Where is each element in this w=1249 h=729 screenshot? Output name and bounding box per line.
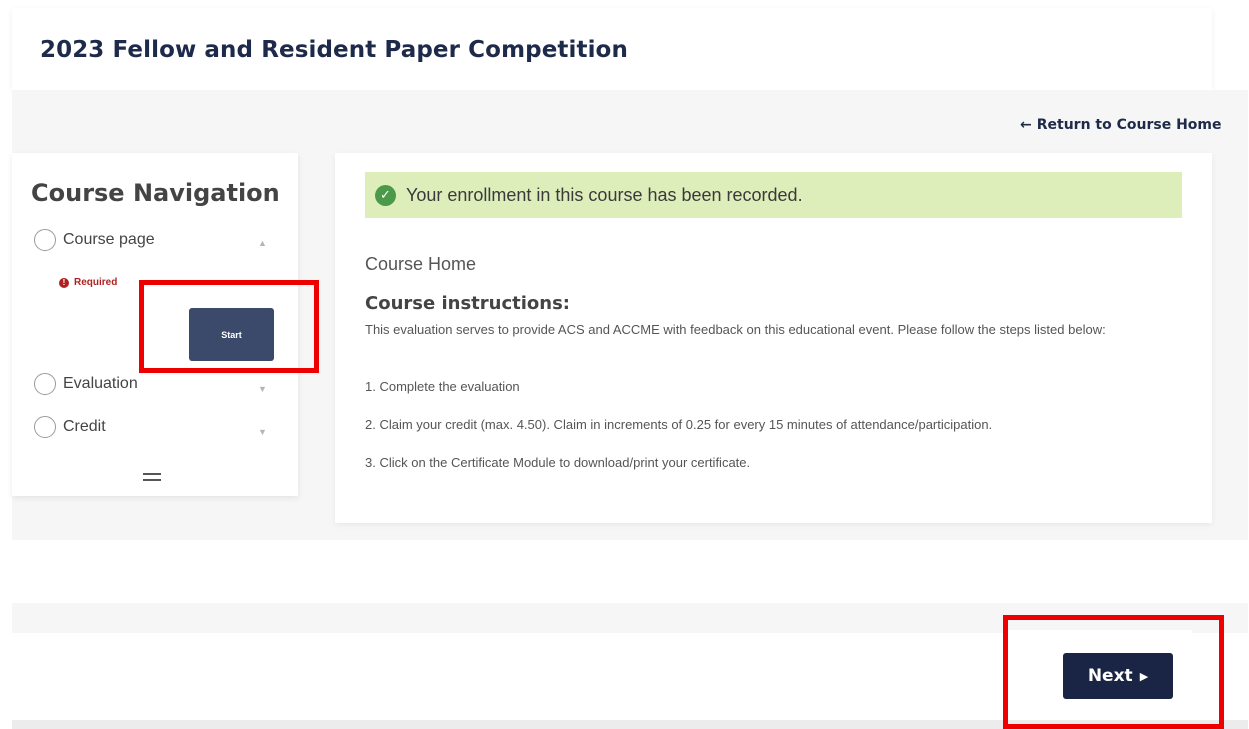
page-header: 2023 Fellow and Resident Paper Competiti… — [12, 8, 1212, 90]
course-navigation-title: Course Navigation — [31, 179, 280, 207]
check-circle-icon: ✓ — [375, 184, 396, 206]
course-content-panel: ✓ Your enrollment in this course has bee… — [335, 153, 1212, 523]
course-navigation-panel: Course Navigation Course page ▲ ! Requir… — [12, 153, 298, 496]
radio-credit[interactable] — [34, 416, 56, 438]
return-link-label: Return to Course Home — [1036, 117, 1222, 133]
nav-item-evaluation[interactable]: Evaluation — [34, 373, 138, 395]
chevron-down-icon[interactable]: ▼ — [258, 427, 267, 437]
chevron-down-icon[interactable]: ▼ — [258, 384, 267, 394]
start-button[interactable]: Start — [189, 308, 274, 361]
nav-item-credit[interactable]: Credit — [34, 416, 106, 438]
nav-item-label: Evaluation — [63, 375, 138, 392]
arrow-left-icon: ← — [1020, 117, 1032, 133]
next-label: Next — [1087, 666, 1133, 686]
alert-message: Your enrollment in this course has been … — [406, 184, 803, 205]
nav-item-label: Course page — [63, 231, 155, 248]
caret-right-icon: ▶ — [1139, 669, 1149, 683]
menu-icon[interactable] — [143, 473, 161, 485]
nav-item-label: Credit — [63, 418, 106, 435]
footer-band — [12, 720, 1248, 729]
instruction-step: 1. Complete the evaluation — [365, 379, 520, 394]
enrollment-success-alert: ✓ Your enrollment in this course has bee… — [365, 172, 1182, 218]
instruction-step: 3. Click on the Certificate Module to do… — [365, 455, 751, 470]
section-label: Course Home — [365, 254, 477, 274]
radio-evaluation[interactable] — [34, 373, 56, 395]
page-title: 2023 Fellow and Resident Paper Competiti… — [40, 37, 628, 63]
required-label: Required — [74, 277, 118, 288]
required-indicator: ! Required — [59, 277, 117, 288]
instructions-heading: Course instructions: — [365, 293, 570, 314]
chevron-up-icon[interactable]: ▲ — [258, 238, 267, 248]
instruction-step: 2. Claim your credit (max. 4.50). Claim … — [365, 417, 993, 432]
next-button[interactable]: Next ▶ — [1063, 653, 1173, 699]
instructions-intro: This evaluation serves to provide ACS an… — [365, 322, 1106, 337]
alert-icon: ! — [59, 277, 69, 288]
nav-item-course-page[interactable]: Course page — [34, 229, 155, 251]
radio-course-page[interactable] — [34, 229, 56, 251]
footer-strip — [12, 603, 1248, 633]
return-to-course-home-link[interactable]: ← Return to Course Home — [1020, 117, 1221, 133]
